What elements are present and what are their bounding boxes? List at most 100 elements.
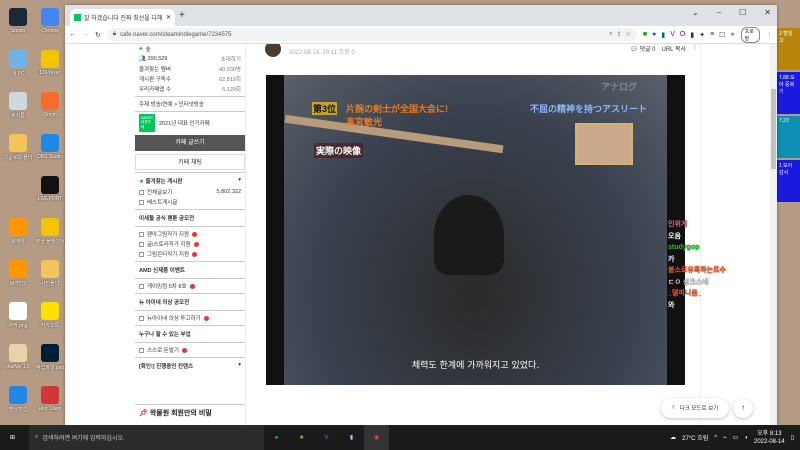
- write-post-button[interactable]: 카페 글쓰기: [135, 135, 245, 151]
- board-label: 뉴아이네 의상 투고하기: [147, 316, 201, 322]
- profile-button[interactable]: 프로필: [740, 26, 760, 43]
- desktop-icon[interactable]: mulMe 1.0: [3, 344, 33, 370]
- clock-time[interactable]: 오후 8:13: [757, 431, 781, 437]
- board-item[interactable]: 게이밍컴 5차 8호: [135, 281, 245, 291]
- app-icon: [41, 50, 59, 68]
- chevron-down-icon[interactable]: ▾: [238, 362, 241, 370]
- sidepanel-icon[interactable]: ☐: [719, 31, 725, 39]
- board-item[interactable]: 뉴아이네 의상 투고하기: [135, 313, 245, 323]
- desktop-icon[interactable]: Chrome: [35, 8, 65, 34]
- desktop-icon[interactable]: 내 PC: [3, 50, 33, 77]
- app-icon[interactable]: ▮: [339, 425, 364, 450]
- board-item[interactable]: 팬아그림작가 지원: [135, 229, 245, 239]
- weather[interactable]: 27°C 흐림: [682, 433, 708, 442]
- desktop-icon[interactable]: 다운로드 폴더: [3, 134, 33, 161]
- vegas-icon[interactable]: V: [314, 425, 339, 450]
- extension-icon[interactable]: ■: [643, 31, 647, 39]
- board-item[interactable]: 그림콘티작가 지원: [135, 249, 245, 259]
- close-icon[interactable]: ✕: [166, 14, 171, 21]
- share-icon[interactable]: ⇪: [616, 31, 621, 38]
- desktop-icon[interactable]: 휴지통: [3, 92, 33, 119]
- board-item[interactable]: 전체글보기 5,802,322: [135, 187, 245, 197]
- desktop-icon[interactable]: OBS Studio: [35, 134, 65, 160]
- maximize-button[interactable]: ☐: [739, 8, 746, 17]
- extension-icon[interactable]: ▮: [661, 31, 665, 39]
- board-item[interactable]: 베스트게시글: [135, 197, 245, 207]
- notification-panel[interactable]: 3 할일 고: [777, 28, 800, 70]
- desktop-icon[interactable]: M게임2: [3, 260, 33, 287]
- dark-mode-button[interactable]: ☾ 다크 모드로 보기: [661, 398, 729, 418]
- desktop-icon[interactable]: 영상편집: [3, 386, 33, 413]
- windows-start-icon[interactable]: ⊞: [0, 425, 25, 450]
- minimize-button[interactable]: –: [717, 8, 721, 17]
- board-label: 팬아그림작가 지원: [147, 232, 190, 238]
- cafe-chat-button[interactable]: 카페 채팅: [135, 154, 245, 170]
- puzzle-icon[interactable]: ✦: [699, 31, 705, 39]
- comment-button[interactable]: 💬︎ 댓글 0: [630, 44, 655, 53]
- member-count[interactable]: 390,529: [148, 56, 168, 62]
- author-avatar[interactable]: [265, 44, 281, 57]
- close-window-button[interactable]: ✕: [764, 8, 771, 17]
- reading-list-icon[interactable]: ≡: [710, 31, 714, 39]
- desktop-icon[interactable]: LIVEPORT: [35, 176, 65, 202]
- desktop-icon[interactable]: 자막.png: [3, 302, 33, 329]
- tab-search-button[interactable]: ⌄: [692, 8, 699, 17]
- notification-panel[interactable]: 7.88 모아 중복기: [777, 72, 800, 114]
- desktop-icon[interactable]: Riot Client: [35, 386, 65, 412]
- minecraft-icon[interactable]: ■: [289, 425, 314, 450]
- desktop-icon[interactable]: Origin: [35, 92, 65, 118]
- new-tab-button[interactable]: +: [179, 10, 185, 21]
- desktop-icon[interactable]: 카카오톡: [35, 302, 65, 329]
- taskbar-search[interactable]: ⌕ 검색하려면 여기에 입력하십시오.: [29, 425, 264, 450]
- bookmark-star-icon[interactable]: ☆: [625, 31, 630, 38]
- tab-active[interactable]: 잘 하겠습니다 진짜 최선을 다해 ✕: [70, 9, 175, 26]
- zoom-icon[interactable]: ⌕: [609, 31, 612, 38]
- extension-icon[interactable]: ▮: [690, 31, 694, 39]
- volume-icon[interactable]: ◖: [744, 435, 748, 441]
- url-copy-button[interactable]: URL 복사: [662, 44, 687, 53]
- more-icon[interactable]: ⋮: [692, 44, 698, 53]
- ongoing-header[interactable]: [확인!] 진행중인 컨텐츠: [139, 362, 193, 370]
- board-icon: [139, 315, 144, 321]
- pinned-board[interactable]: 왁물원 회원만의 비밀: [150, 410, 212, 417]
- address-bar[interactable]: 🔒︎ cafe.naver.com/steamindiegame/7234575 ⌕…: [106, 28, 637, 41]
- reload-icon[interactable]: ↻: [95, 31, 101, 39]
- board-icon: [139, 241, 144, 247]
- extension-icon[interactable]: ●: [652, 31, 656, 39]
- desktop-icon[interactable]: 작업파일.psd: [35, 344, 65, 371]
- desktop-icon-label: M게임2: [9, 281, 27, 287]
- board-item[interactable]: 글/스토리작가 지원: [135, 239, 245, 249]
- edge-icon[interactable]: ●: [264, 425, 289, 450]
- desktop-icon[interactable]: Steam: [3, 8, 33, 34]
- keyboard-icon[interactable]: ▭: [733, 434, 739, 441]
- chevron-down-icon[interactable]: ▾: [238, 177, 241, 185]
- extension-icon[interactable]: O: [680, 31, 685, 39]
- app-icon: [9, 176, 27, 194]
- desktop-icon[interactable]: 영상 플레이어: [35, 218, 65, 245]
- network-icon[interactable]: ⌁: [723, 434, 727, 441]
- back-icon[interactable]: ←: [69, 31, 76, 38]
- tray-chevron-icon[interactable]: ^: [714, 435, 717, 441]
- invite-link[interactable]: 초대하기: [221, 55, 241, 63]
- desktop-icon[interactable]: LDPlayer: [35, 50, 65, 76]
- avatar[interactable]: ●: [730, 31, 734, 39]
- desktop-icon[interactable]: 사진폴더: [35, 260, 65, 287]
- desktop-icon[interactable]: [3, 176, 33, 196]
- pinned-board-row[interactable]: 📌︎ 왁물원 회원만의 비밀: [135, 404, 245, 420]
- video-player[interactable]: 第3位 片腕の剣士が全国大会に! 高宮敏光 実際の映像 不屈の精神を持つアスリー…: [266, 75, 685, 385]
- scrollbar[interactable]: [770, 44, 777, 425]
- notification-panel[interactable]: 7.23: [777, 116, 800, 158]
- extension-icon[interactable]: V: [670, 31, 675, 39]
- cafe-level: 숲: [145, 47, 151, 53]
- scroll-top-button[interactable]: ↑: [733, 398, 753, 418]
- board-item[interactable]: 스스로 돈벌기: [135, 345, 245, 355]
- notification-icon[interactable]: ▯: [791, 434, 794, 441]
- desktop-icon[interactable]: M게임: [3, 218, 33, 245]
- notification-panel[interactable]: 1 모아 감사: [777, 160, 800, 202]
- chrome-icon[interactable]: ◉: [364, 425, 389, 450]
- clock-date[interactable]: 2022-08-14: [754, 439, 785, 445]
- forward-icon[interactable]: →: [82, 31, 89, 38]
- app-icon: [41, 134, 59, 152]
- stat-row: 게시판 구독수 62,819회: [135, 74, 245, 84]
- menu-icon[interactable]: ⋮: [766, 31, 773, 39]
